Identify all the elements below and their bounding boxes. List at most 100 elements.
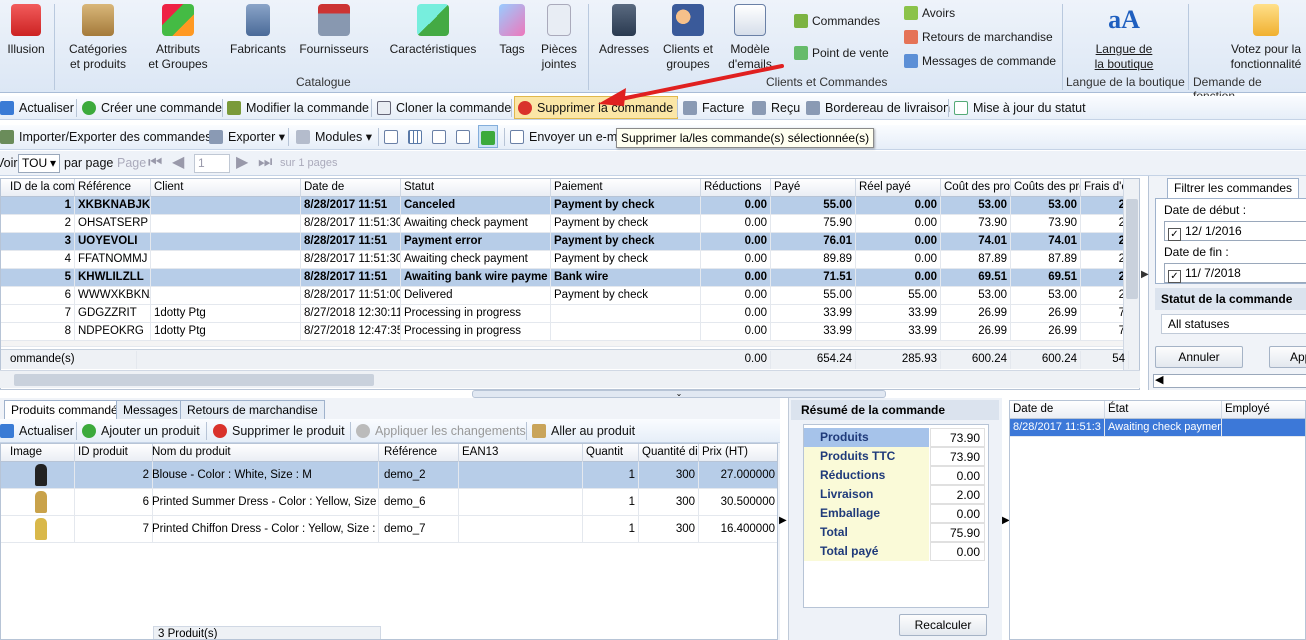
returns-button[interactable]: Retours de marchandise xyxy=(904,28,1053,46)
clone-order-button[interactable]: Cloner la commande xyxy=(377,96,511,120)
suppliers-button[interactable]: Fournisseurs xyxy=(298,4,370,57)
products-col-5[interactable]: Quantit xyxy=(583,444,639,462)
grid-icon xyxy=(408,130,422,144)
orders-col-10[interactable]: Coûts des pro xyxy=(1011,179,1081,197)
product-row[interactable]: 2 Blouse - Color : White, Size : Mdemo_2 1… xyxy=(1,462,777,489)
manufacturers-button[interactable]: Fabricants xyxy=(228,4,288,57)
splitter-handle[interactable]: ⌄ xyxy=(472,390,886,398)
orders-col-8[interactable]: Réel payé xyxy=(856,179,941,197)
order-row[interactable]: 6 WWWXKBKNA 8/28/2017 11:51:00 Delivered Pay… xyxy=(1,287,1129,305)
products-col-6[interactable]: Quantité di xyxy=(639,444,699,462)
products-col-4[interactable]: EAN13 xyxy=(459,444,583,462)
credits-button[interactable]: Avoirs xyxy=(904,4,955,22)
attachments-button[interactable]: Pièces jointes xyxy=(538,4,580,72)
orders-col-2[interactable]: Client xyxy=(151,179,301,197)
tab-messages[interactable]: Messages xyxy=(116,400,185,420)
order-row[interactable]: 8 NDPEOKRG 1dotty Ptg 8/27/2018 12:47:35 Pro… xyxy=(1,323,1129,341)
delete-product-button[interactable]: Supprimer le produit xyxy=(213,419,345,443)
history-col-employee[interactable]: Employé xyxy=(1222,401,1305,419)
modify-order-button[interactable]: Modifier la commande xyxy=(227,96,369,120)
scroll-left-icon[interactable]: ◀ xyxy=(1155,373,1163,386)
modules-button[interactable]: Modules ▾ xyxy=(296,125,372,149)
vertical-scrollbar[interactable] xyxy=(1123,179,1139,371)
product-row[interactable]: 6 Printed Summer Dress - Color : Yellow, … xyxy=(1,489,777,516)
order-row[interactable]: 3 UOYEVOLI 8/28/2017 11:51 Payment error Pay… xyxy=(1,233,1129,251)
send-email-button[interactable]: Envoyer un e-ma xyxy=(510,125,624,149)
orders-col-11[interactable]: Frais d'ex xyxy=(1081,179,1129,197)
summary-title: Résumé de la commande xyxy=(791,400,999,420)
status-update-button[interactable]: Mise à jour du statut xyxy=(954,96,1086,120)
expand-icon-button[interactable] xyxy=(432,125,451,149)
check-icon[interactable]: ✓ xyxy=(1168,228,1181,241)
products-col-2[interactable]: Nom du produit xyxy=(149,444,379,462)
orders-col-9[interactable]: Coût des pro xyxy=(941,179,1011,197)
create-order-button[interactable]: Créer une commande xyxy=(82,96,222,120)
export-button[interactable]: Exporter ▾ xyxy=(209,125,285,149)
products-col-0[interactable]: Image xyxy=(7,444,75,462)
order-row[interactable]: 4 FFATNOMMJ 8/28/2017 11:51:30 Awaiting che… xyxy=(1,251,1129,269)
orders-col-0[interactable]: ID de la com xyxy=(7,179,75,197)
end-date-input[interactable]: ✓ 11/ 7/2018 xyxy=(1164,263,1306,283)
check-icon[interactable]: ✓ xyxy=(1168,270,1181,283)
recalculate-button[interactable]: Recalculer xyxy=(899,614,987,636)
features-button[interactable]: Caractéristiques xyxy=(388,4,478,57)
order-row[interactable]: 2 OHSATSERP 8/28/2017 11:51:30 Awaiting che… xyxy=(1,215,1129,233)
pos-button[interactable]: Point de vente xyxy=(794,44,889,62)
fit-icon-button[interactable] xyxy=(456,125,475,149)
refresh-button[interactable]: Actualiser xyxy=(0,96,74,120)
products-refresh-button[interactable]: Actualiser xyxy=(0,419,74,443)
per-page-select[interactable]: TOU ▾ xyxy=(18,154,60,173)
products-col-1[interactable]: ID produit xyxy=(75,444,153,462)
categories-button[interactable]: Catégories et produits xyxy=(62,4,134,72)
orders-col-3[interactable]: Date de xyxy=(301,179,401,197)
next-page-icon[interactable]: ▶ xyxy=(236,151,248,175)
tab-ordered-products[interactable]: Produits commandés xyxy=(4,400,131,420)
products-col-7[interactable]: Prix (HT) xyxy=(699,444,777,462)
orders-col-6[interactable]: Réductions xyxy=(701,179,771,197)
sync-icon-button[interactable] xyxy=(478,125,498,148)
prev-page-icon[interactable]: ◀ xyxy=(172,151,184,175)
orders-col-4[interactable]: Statut xyxy=(401,179,551,197)
orders-col-7[interactable]: Payé xyxy=(771,179,856,197)
add-product-button[interactable]: Ajouter un produit xyxy=(82,419,200,443)
order-row[interactable]: 7 GDGZZRIT 1dotty Ptg 8/27/2018 12:30:11 Pro… xyxy=(1,305,1129,323)
apply-changes-button[interactable]: Appliquer les changements xyxy=(356,419,526,443)
orders-col-1[interactable]: Référence xyxy=(75,179,151,197)
new-window-icon-button[interactable] xyxy=(384,125,403,149)
filter-hscrollbar[interactable]: ◀ xyxy=(1153,374,1306,388)
start-date-input[interactable]: ✓ 12/ 1/2016 xyxy=(1164,221,1306,241)
illusion-button[interactable]: Illusion xyxy=(4,4,48,57)
page-input[interactable]: 1 xyxy=(194,154,230,173)
products-col-3[interactable]: Référence xyxy=(381,444,459,462)
last-page-icon[interactable]: ⏭ xyxy=(258,151,272,175)
goto-product-button[interactable]: Aller au produit xyxy=(532,419,635,443)
scroll-thumb[interactable] xyxy=(1126,199,1138,299)
status-filter-select[interactable]: All statuses xyxy=(1161,314,1306,334)
tags-button[interactable]: Tags xyxy=(496,4,528,57)
collapse-left-icon[interactable]: ▶ xyxy=(779,515,787,526)
vote-button[interactable]: Votez pour la fonctionnalité xyxy=(1226,4,1306,72)
order-messages-button[interactable]: Messages de commande xyxy=(904,52,1056,70)
orders-col-5[interactable]: Paiement xyxy=(551,179,701,197)
attributes-button[interactable]: Attributs et Groupes xyxy=(146,4,210,72)
grid-icon-button[interactable] xyxy=(408,125,427,149)
tab-returns[interactable]: Retours de marchandise xyxy=(180,400,325,420)
history-col-state[interactable]: État xyxy=(1105,401,1222,419)
product-row[interactable]: 7 Printed Chiffon Dress - Color : Yellow,… xyxy=(1,516,777,543)
hscroll-thumb[interactable] xyxy=(14,374,374,386)
collapse-panel-icon[interactable]: ▶ xyxy=(1141,255,1149,295)
orders-button[interactable]: Commandes xyxy=(794,12,880,30)
order-row[interactable]: 5 KHWLILZLL 8/28/2017 11:51 Awaiting bank w… xyxy=(1,269,1129,287)
history-row[interactable]: 8/28/2017 11:51:3 Awaiting check paymen xyxy=(1010,419,1305,437)
order-row[interactable]: 1 XKBKNABJK 8/28/2017 11:51 Canceled Payment… xyxy=(1,197,1129,215)
addresses-button[interactable]: Adresses xyxy=(596,4,652,57)
first-page-icon[interactable]: ⏮ xyxy=(148,151,162,175)
history-col-date[interactable]: Date de xyxy=(1010,401,1105,419)
cancel-filter-button[interactable]: Annuler xyxy=(1155,346,1243,368)
horizontal-scrollbar[interactable] xyxy=(0,370,1140,388)
delivery-slip-button[interactable]: Bordereau de livraison xyxy=(806,96,950,120)
filter-tab[interactable]: Filtrer les commandes xyxy=(1167,178,1300,198)
apply-filter-button[interactable]: App xyxy=(1269,346,1306,368)
import-export-button[interactable]: Importer/Exporter des commandes xyxy=(0,125,211,149)
shop-language-button[interactable]: aA Langue de la boutique xyxy=(1084,4,1164,72)
